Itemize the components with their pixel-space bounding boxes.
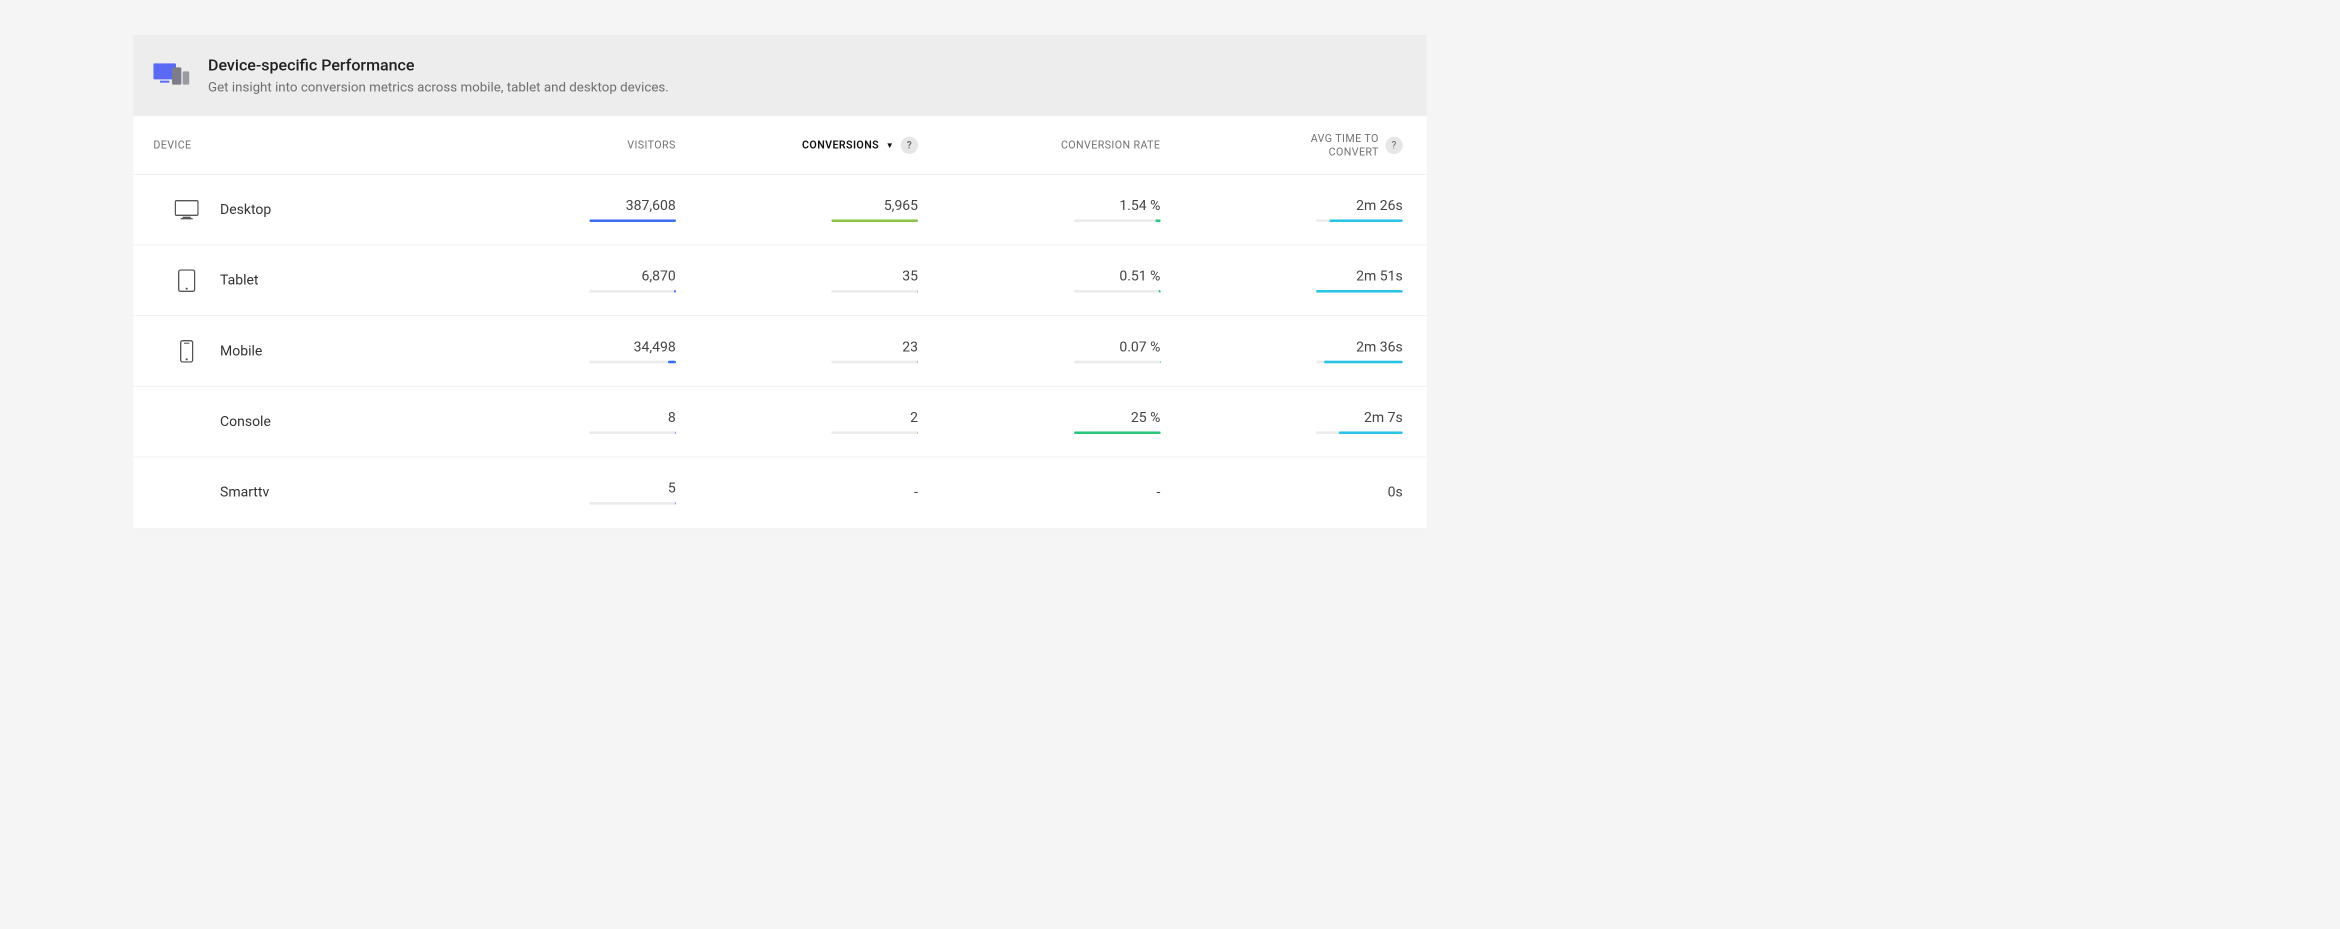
metric-avg-time-value: 2m 7s xyxy=(1364,410,1403,426)
metric-visitors: 6,870 xyxy=(433,268,675,292)
col-conversions-label: CONVERSIONS xyxy=(802,139,879,152)
device-name: Tablet xyxy=(220,272,433,288)
help-conversions-icon[interactable]: ? xyxy=(901,136,918,153)
metric-conversions-value: 5,965 xyxy=(884,198,918,214)
metric-bar xyxy=(1074,290,1161,293)
metric-bar xyxy=(1316,431,1403,434)
device-performance-panel: Device-specific Performance Get insight … xyxy=(133,35,1426,528)
metric-conversion-rate-value: 25 % xyxy=(1131,410,1160,426)
metric-bar xyxy=(1074,219,1161,222)
metric-conversion-rate: 0.51 % xyxy=(918,268,1160,292)
device-name: Desktop xyxy=(220,202,433,218)
metric-avg-time: 2m 51s xyxy=(1160,268,1402,292)
devices-icon xyxy=(153,61,189,90)
metric-bar xyxy=(589,360,676,363)
metric-visitors: 5 xyxy=(433,481,675,505)
metric-visitors: 387,608 xyxy=(433,198,675,222)
metric-bar xyxy=(1074,431,1161,434)
col-visitors-label: VISITORS xyxy=(627,139,675,152)
metric-visitors: 34,498 xyxy=(433,339,675,363)
metric-visitors-value: 387,608 xyxy=(626,198,676,214)
panel-subtitle: Get insight into conversion metrics acro… xyxy=(208,79,669,95)
sort-desc-icon: ▼ xyxy=(886,140,894,149)
metric-bar xyxy=(589,502,676,505)
col-conversion-rate[interactable]: CONVERSION RATE xyxy=(918,139,1160,152)
metric-avg-time: 2m 26s xyxy=(1160,198,1402,222)
device-name: Mobile xyxy=(220,343,433,359)
metric-avg-time: 2m 36s xyxy=(1160,339,1402,363)
metric-conversion-rate-value: 1.54 % xyxy=(1119,198,1160,214)
device-name: Console xyxy=(220,414,433,430)
col-conversions[interactable]: CONVERSIONS ▼ ? xyxy=(676,136,918,153)
metric-visitors-value: 5 xyxy=(668,481,676,497)
col-device-label: DEVICE xyxy=(153,139,191,152)
mobile-icon xyxy=(153,340,220,363)
metric-conversions-value: 35 xyxy=(902,268,918,284)
col-avg-time[interactable]: AVG TIME TO CONVERT ? xyxy=(1160,132,1402,159)
table-row[interactable]: Smarttv 5 - - 0s xyxy=(133,457,1426,528)
panel-header: Device-specific Performance Get insight … xyxy=(133,35,1426,116)
metric-conversion-rate: 0.07 % xyxy=(918,339,1160,363)
metric-conversions: 2 xyxy=(676,410,918,434)
help-avg-time-icon[interactable]: ? xyxy=(1385,136,1402,153)
metric-visitors-value: 8 xyxy=(668,410,676,426)
device-name: Smarttv xyxy=(220,485,433,501)
metric-conversions-value: 2 xyxy=(910,410,918,426)
col-conversion-rate-label: CONVERSION RATE xyxy=(1061,139,1160,152)
metric-conversion-rate-value: 0.07 % xyxy=(1119,339,1160,355)
metric-conversions: 5,965 xyxy=(676,198,918,222)
metric-bar xyxy=(589,431,676,434)
metric-conversions: 23 xyxy=(676,339,918,363)
table-row[interactable]: Desktop 387,608 5,965 1.54 % 2m 26s xyxy=(133,175,1426,246)
panel-title: Device-specific Performance xyxy=(208,56,669,75)
metric-conversion-rate: - xyxy=(918,485,1160,501)
metric-conversion-rate: 25 % xyxy=(918,410,1160,434)
metric-bar xyxy=(589,219,676,222)
metric-bar xyxy=(1074,360,1161,363)
tablet-icon xyxy=(153,269,220,292)
metric-conversion-rate: 1.54 % xyxy=(918,198,1160,222)
metric-bar xyxy=(1316,290,1403,293)
metric-bar xyxy=(831,219,918,222)
metric-bar xyxy=(831,360,918,363)
metric-conversions: - xyxy=(676,485,918,501)
col-visitors[interactable]: VISITORS xyxy=(433,139,675,152)
metric-bar xyxy=(589,290,676,293)
metric-avg-time-value: 2m 36s xyxy=(1356,339,1403,355)
metric-visitors-value: 6,870 xyxy=(641,268,675,284)
metric-conversions-value: 23 xyxy=(902,339,918,355)
metric-bar xyxy=(1316,360,1403,363)
desktop-icon xyxy=(153,200,220,220)
metric-conversions: 35 xyxy=(676,268,918,292)
metric-bar xyxy=(831,431,918,434)
metric-bar xyxy=(831,290,918,293)
metric-bar xyxy=(1316,219,1403,222)
table-row[interactable]: Tablet 6,870 35 0.51 % 2m 51s xyxy=(133,245,1426,316)
metric-visitors: 8 xyxy=(433,410,675,434)
metric-avg-time: 0s xyxy=(1160,485,1402,501)
col-device[interactable]: DEVICE xyxy=(153,139,433,152)
metric-visitors-value: 34,498 xyxy=(634,339,676,355)
table-row[interactable]: Console 8 2 25 % 2m 7s xyxy=(133,387,1426,458)
metric-avg-time-value: 2m 51s xyxy=(1356,268,1403,284)
metric-conversion-rate-value: 0.51 % xyxy=(1119,268,1160,284)
metric-avg-time-value: 2m 26s xyxy=(1356,198,1403,214)
table-header-row: DEVICE VISITORS CONVERSIONS ▼ ? CONVERSI… xyxy=(133,116,1426,175)
col-avg-time-label-1: AVG TIME TO xyxy=(1311,132,1379,145)
metric-avg-time: 2m 7s xyxy=(1160,410,1402,434)
col-avg-time-label-2: CONVERT xyxy=(1329,145,1379,158)
metric-avg-time-value: 0s xyxy=(1388,485,1403,501)
table-row[interactable]: Mobile 34,498 23 0.07 % 2m 36s xyxy=(133,316,1426,387)
